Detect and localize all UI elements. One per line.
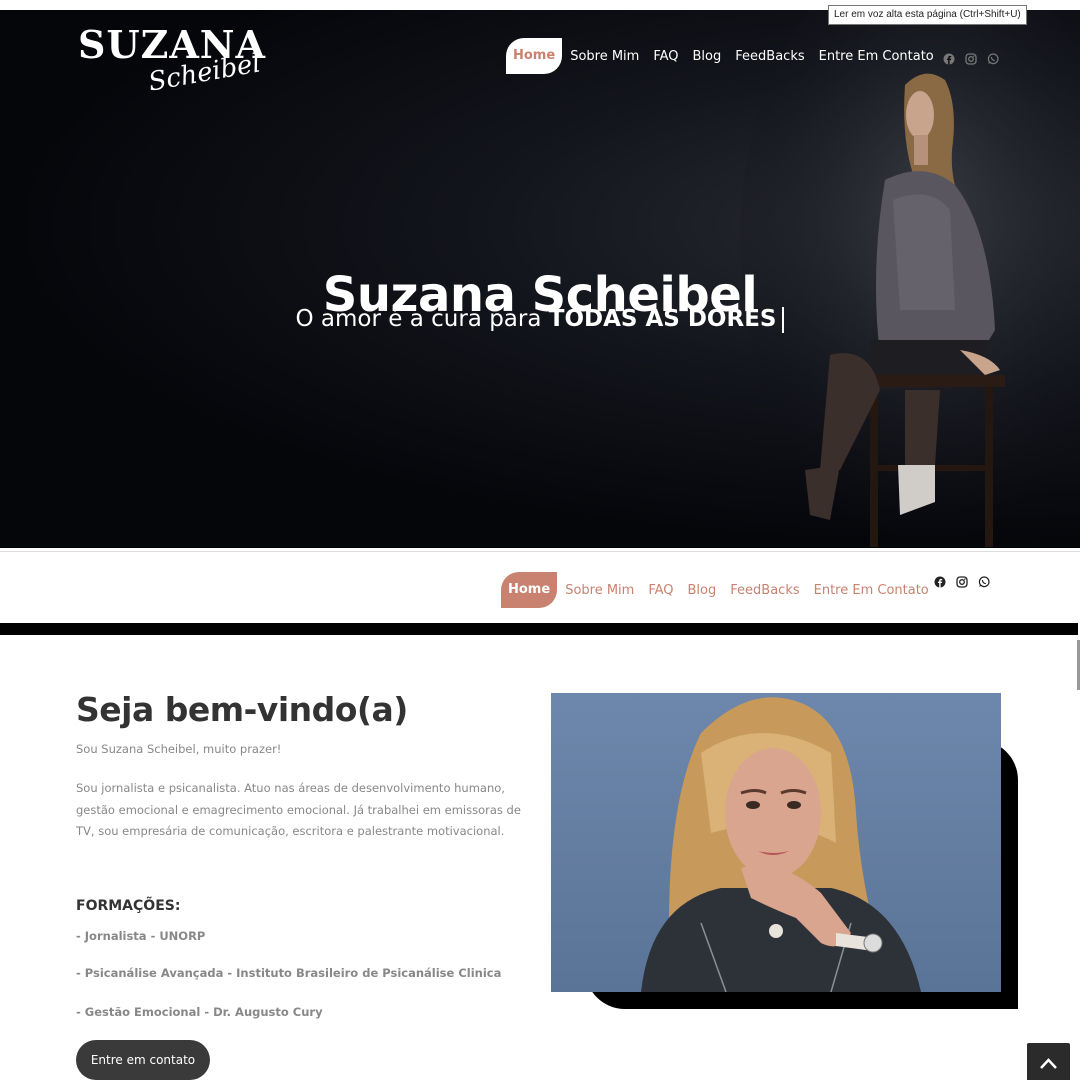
instagram-icon[interactable] (965, 53, 977, 65)
nav-feedbacks[interactable]: FeedBacks (735, 49, 804, 64)
nav-home[interactable]: Home (506, 38, 563, 74)
section-divider (0, 623, 1078, 635)
welcome-paragraph: Sou jornalista e psicanalista. Atuo nas … (76, 781, 521, 838)
formacoes-title: FORMAÇÕES: (76, 898, 181, 914)
facebook-icon[interactable] (943, 53, 955, 65)
welcome-intro: Sou Suzana Scheibel, muito prazer! (76, 742, 282, 756)
scroll-to-top-button[interactable] (1027, 1043, 1070, 1080)
formacao-item: - Gestão Emocional - Dr. Augusto Cury (76, 1005, 323, 1019)
nav-faq[interactable]: FAQ (653, 49, 678, 64)
hero-section: SUZANA Scheibel Home Sobre Mim FAQ Blog … (0, 10, 1080, 548)
portrait-illustration (641, 697, 921, 992)
whatsapp-icon[interactable] (978, 576, 990, 588)
hero-subtitle-typed: TODAS AS DORES (548, 306, 777, 332)
sticky-social-icons (934, 576, 990, 588)
read-aloud-tooltip: Ler em voz alta esta página (Ctrl+Shift+… (828, 5, 1027, 25)
sticky-nav-blog[interactable]: Blog (688, 583, 717, 598)
facebook-icon[interactable] (934, 576, 946, 588)
hero-subtitle-prefix: O amor é a cura para (295, 306, 542, 332)
chevron-up-icon (1040, 1058, 1057, 1069)
formacao-item: - Jornalista - UNORP (76, 929, 206, 943)
sticky-nav-sobre-mim[interactable]: Sobre Mim (565, 583, 634, 598)
typing-cursor (782, 306, 785, 333)
instagram-icon[interactable] (956, 576, 968, 588)
welcome-title: Seja bem-vindo(a) (76, 690, 408, 729)
sticky-nav-faq[interactable]: FAQ (648, 583, 673, 598)
sticky-nav-feedbacks[interactable]: FeedBacks (730, 583, 799, 598)
hero-social-icons (943, 53, 999, 65)
portrait-photo (551, 693, 1001, 992)
formacao-item: - Psicanálise Avançada - Instituto Brasi… (76, 966, 502, 980)
hero-nav: Home Sobre Mim FAQ Blog FeedBacks Entre … (506, 38, 948, 74)
sticky-nav-entre-em-contato[interactable]: Entre Em Contato (814, 583, 929, 598)
nav-blog[interactable]: Blog (693, 49, 722, 64)
sticky-header: Home Sobre Mim FAQ Blog FeedBacks Entre … (0, 551, 1080, 624)
sticky-nav: Home Sobre Mim FAQ Blog FeedBacks Entre … (501, 572, 943, 608)
nav-sobre-mim[interactable]: Sobre Mim (570, 49, 639, 64)
contact-button[interactable]: Entre em contato (76, 1040, 210, 1080)
sticky-nav-home[interactable]: Home (501, 572, 558, 608)
whatsapp-icon[interactable] (987, 53, 999, 65)
hero-subtitle: O amor é a cura para TODAS AS DORES (0, 306, 1080, 333)
nav-entre-em-contato[interactable]: Entre Em Contato (819, 49, 934, 64)
